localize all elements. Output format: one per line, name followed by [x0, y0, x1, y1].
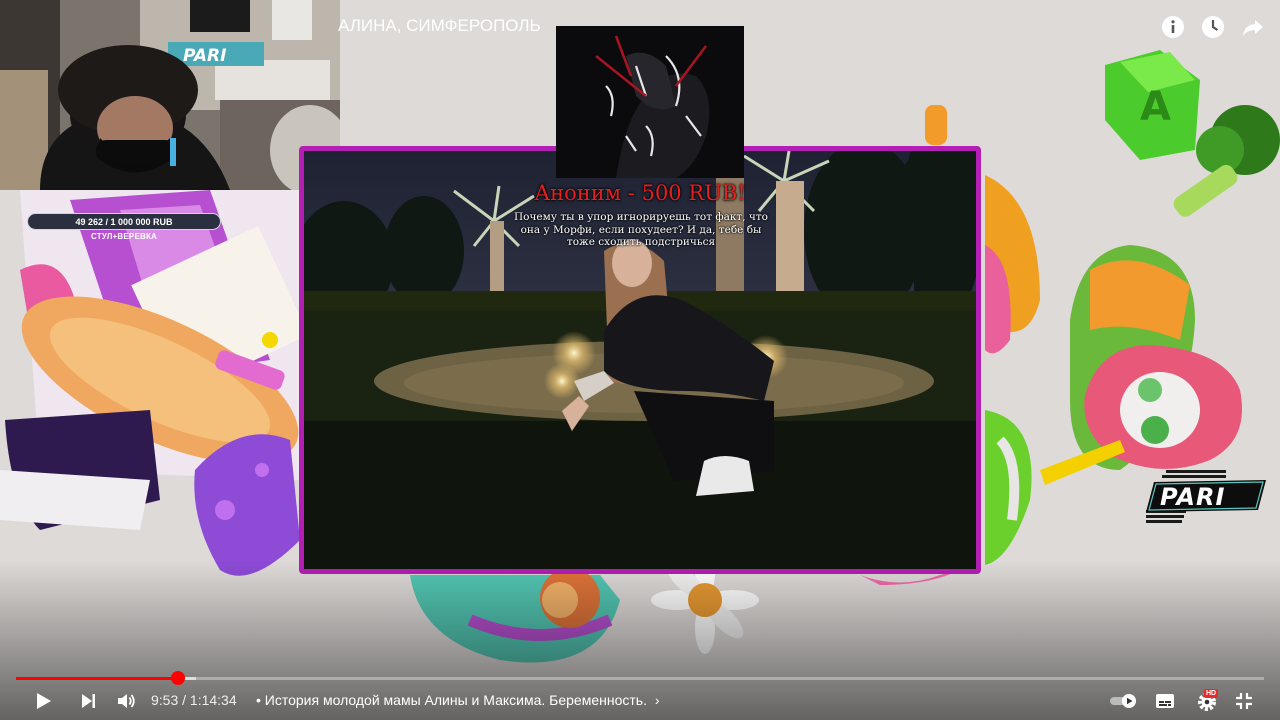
- hd-badge: HD: [1204, 689, 1219, 698]
- webcam-banner-text: PARI: [183, 46, 226, 66]
- share-button[interactable]: [1240, 14, 1266, 40]
- donation-goal-bar: 49 262 / 1 000 000 RUB: [27, 213, 221, 230]
- progress-bar-played: [16, 677, 179, 680]
- subtitles-icon: [1156, 694, 1174, 708]
- exit-fullscreen-icon: [1236, 693, 1252, 709]
- progress-bar-track[interactable]: [16, 677, 1264, 680]
- info-icon: [1162, 16, 1184, 38]
- exit-fullscreen-button[interactable]: [1231, 688, 1257, 714]
- share-icon: [1243, 20, 1263, 36]
- donation-goal-text: 49 262 / 1 000 000 RUB: [75, 216, 173, 227]
- next-icon: [82, 694, 95, 708]
- sponsor-logo: PARI: [1146, 470, 1268, 528]
- donation-alert-name: Аноним - 500 RUB!: [0, 181, 1280, 205]
- donation-goal-label: СТУЛ+ВЕРЕВКА: [90, 232, 158, 241]
- donation-donor-line: Аноним - 500 RUB!: [534, 181, 746, 205]
- time-display: 9:53 / 1:14:34: [151, 692, 237, 708]
- play-icon: [37, 693, 51, 709]
- donation-alert-image: [556, 26, 744, 178]
- autoplay-toggle[interactable]: [1108, 688, 1140, 714]
- chapter-title-text: • История молодой мамы Алины и Максима. …: [256, 692, 647, 708]
- svg-text:A: A: [1140, 84, 1171, 130]
- sponsor-logo-text: PARI: [1160, 483, 1225, 511]
- video-title[interactable]: АЛИНА, СИМФЕРОПОЛЬ: [338, 16, 541, 36]
- settings-button[interactable]: HD: [1194, 688, 1222, 714]
- donation-alert-message: Почему ты в упор игнорируешь тот факт, ч…: [514, 211, 768, 248]
- play-button[interactable]: [30, 688, 56, 714]
- webcam-overlay: PARI: [0, 0, 340, 190]
- volume-icon: [118, 694, 135, 708]
- volume-button[interactable]: [113, 688, 139, 714]
- chapter-chevron-icon: ›: [654, 692, 660, 708]
- chapter-title[interactable]: • История молодой мамы Алины и Максима. …: [256, 692, 660, 708]
- pari-logo-icon: PARI: [1146, 470, 1266, 523]
- clock-icon: [1202, 16, 1224, 38]
- autoplay-toggle-icon: [1110, 694, 1136, 708]
- subtitles-button[interactable]: [1152, 688, 1178, 714]
- info-button[interactable]: [1160, 14, 1186, 40]
- next-button[interactable]: [75, 688, 101, 714]
- watch-later-button[interactable]: [1200, 14, 1226, 40]
